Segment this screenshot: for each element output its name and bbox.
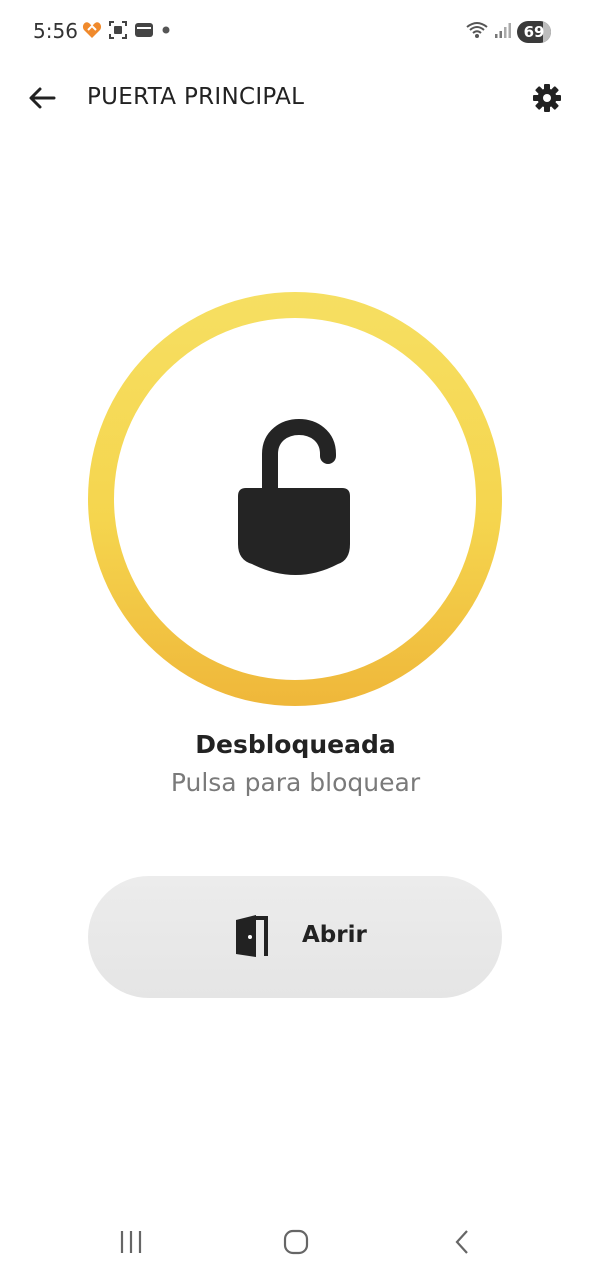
health-heart-icon — [82, 21, 102, 44]
status-time: 5:56 — [33, 19, 78, 43]
open-door-label: Abrir — [302, 922, 367, 948]
signal-icon — [494, 21, 512, 44]
gear-icon — [532, 83, 562, 118]
lock-state-label: Desbloqueada — [195, 730, 396, 759]
open-door-button[interactable]: Abrir — [88, 876, 502, 998]
lock-toggle-button[interactable] — [88, 292, 502, 706]
home-icon — [282, 1228, 310, 1261]
padlock-unlocked-icon — [236, 410, 354, 583]
wallet-card-icon — [134, 22, 154, 43]
back-chevron-icon — [451, 1228, 473, 1261]
settings-button[interactable] — [529, 82, 565, 118]
system-back-button[interactable] — [442, 1228, 482, 1260]
arrow-left-icon — [28, 86, 56, 115]
screenshot-icon — [108, 20, 128, 45]
lock-state-hint: Pulsa para bloquear — [170, 768, 421, 797]
battery-level: 69 — [523, 23, 545, 41]
back-button[interactable] — [24, 82, 60, 118]
wifi-icon — [465, 20, 489, 45]
battery-icon: 69 — [517, 21, 551, 43]
recents-icon — [117, 1229, 145, 1260]
recents-button[interactable] — [111, 1228, 151, 1260]
home-button[interactable] — [276, 1228, 316, 1260]
status-icons-left — [82, 20, 172, 44]
page-title: PUERTA PRINCIPAL — [87, 84, 305, 110]
system-nav-bar — [0, 1210, 591, 1280]
notification-dot-icon — [160, 23, 172, 41]
status-bar: 5:56 69 — [0, 0, 591, 64]
app-header: PUERTA PRINCIPAL — [0, 70, 591, 130]
status-icons-right: 69 — [465, 20, 551, 44]
door-open-icon — [234, 914, 270, 963]
